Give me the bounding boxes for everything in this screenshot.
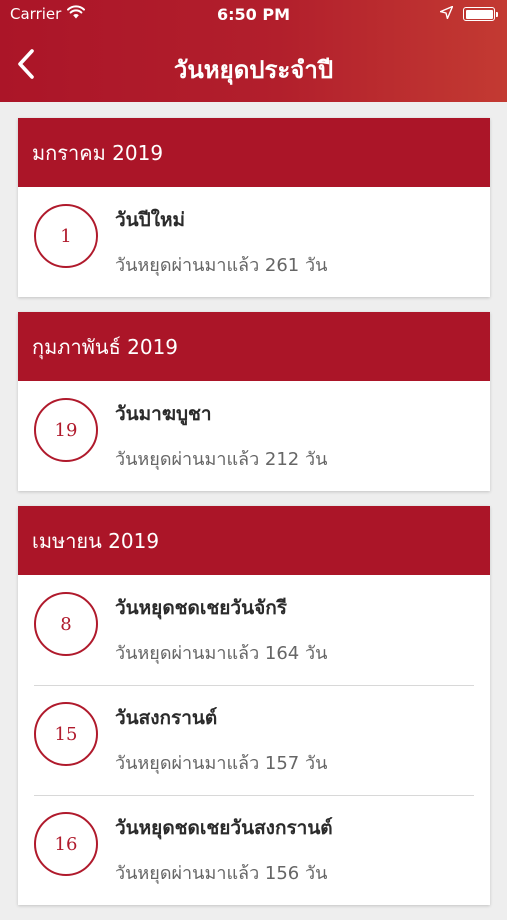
day-badge: 15 (34, 702, 98, 766)
holiday-item[interactable]: 8 วันหยุดชดเชยวันจักรี วันหยุดผ่านมาแล้ว… (18, 575, 490, 685)
holiday-name: วันหยุดชดเชยวันสงกรานต์ (115, 817, 333, 839)
holiday-item[interactable]: 19 วันมาฆบูชา วันหยุดผ่านมาแล้ว 212 วัน (18, 381, 490, 491)
status-bar: Carrier 6:50 PM (0, 0, 507, 30)
page-title: วันหยุดประจำปี (173, 56, 334, 84)
month-section: กุมภาพันธ์ 2019 19 วันมาฆบูชา วันหยุดผ่า… (18, 312, 490, 491)
month-header: มกราคม 2019 (18, 118, 490, 187)
month-section: เมษายน 2019 8 วันหยุดชดเชยวันจักรี วันหย… (18, 506, 490, 905)
holiday-item[interactable]: 15 วันสงกรานต์ วันหยุดผ่านมาแล้ว 157 วัน (18, 685, 490, 795)
day-badge: 8 (34, 592, 98, 656)
battery-icon (463, 7, 498, 21)
nav-bar: วันหยุดประจำปี (0, 40, 507, 98)
month-header: เมษายน 2019 (18, 506, 490, 575)
holiday-item[interactable]: 1 วันปีใหม่ วันหยุดผ่านมาแล้ว 261 วัน (18, 187, 490, 297)
holiday-name: วันหยุดชดเชยวันจักรี (115, 597, 287, 619)
holiday-list: มกราคม 2019 1 วันปีใหม่ วันหยุดผ่านมาแล้… (18, 118, 490, 920)
month-section: มกราคม 2019 1 วันปีใหม่ วันหยุดผ่านมาแล้… (18, 118, 490, 297)
day-badge: 1 (34, 204, 98, 268)
holiday-item[interactable]: 16 วันหยุดชดเชยวันสงกรานต์ วันหยุดผ่านมา… (18, 795, 490, 905)
status-time: 6:50 PM (216, 5, 290, 24)
days-passed: วันหยุดผ่านมาแล้ว 212 วัน (115, 449, 328, 470)
month-header: กุมภาพันธ์ 2019 (18, 312, 490, 381)
holiday-name: วันสงกรานต์ (115, 707, 218, 729)
app-header: Carrier 6:50 PM วันหยุดประจำปี (0, 0, 507, 102)
day-badge: 19 (34, 398, 98, 462)
days-passed: วันหยุดผ่านมาแล้ว 157 วัน (115, 753, 328, 774)
battery-level (465, 9, 493, 19)
day-badge: 16 (34, 812, 98, 876)
holiday-name: วันมาฆบูชา (115, 403, 212, 425)
days-passed: วันหยุดผ่านมาแล้ว 164 วัน (115, 643, 328, 664)
holiday-name: วันปีใหม่ (115, 209, 186, 231)
location-arrow-icon (439, 5, 454, 23)
status-right (439, 5, 498, 23)
days-passed: วันหยุดผ่านมาแล้ว 261 วัน (115, 255, 328, 276)
days-passed: วันหยุดผ่านมาแล้ว 156 วัน (115, 863, 328, 884)
